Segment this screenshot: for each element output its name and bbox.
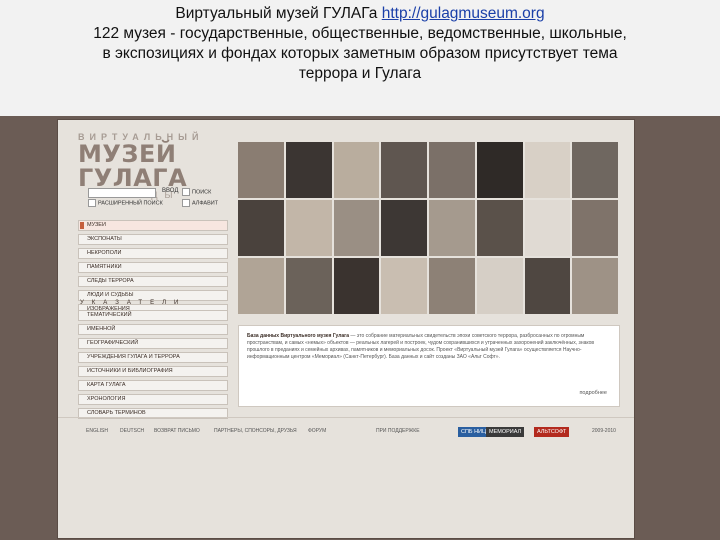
photo-tile[interactable]: [381, 200, 427, 256]
slide-caption: Виртуальный музей ГУЛАГа http://gulagmus…: [0, 0, 720, 116]
photo-tile[interactable]: [572, 142, 618, 198]
search-option-search[interactable]: ПОИСК: [182, 188, 211, 196]
search-option-label: ПОИСК: [192, 189, 212, 196]
menu-item[interactable]: ИСТОЧНИКИ И БИБЛИОГРАФИЯ: [78, 366, 228, 377]
search-panel: ВВОД ПОИСК АЛФАВИТ РАСШИРЕННЫЙ ПОИСК: [88, 188, 228, 218]
info-box: База данных Виртуального музея Гулага — …: [238, 325, 620, 407]
info-title: База данных Виртуального музея Гулага: [247, 333, 350, 339]
caption-line-2: 122 музея - государственные, общественны…: [93, 25, 627, 42]
menu-item-label: СЛЕДЫ ТЕРРОРА: [87, 278, 134, 284]
photo-tile[interactable]: [333, 258, 380, 314]
menu-item-label: ИМЕННОЙ: [87, 326, 116, 332]
menu-item-label: ЭКСПОНАТЫ: [87, 236, 122, 242]
photo-tile[interactable]: [285, 142, 332, 198]
search-option-label: АЛФАВИТ: [192, 200, 219, 207]
menu-item-label: ХРОНОЛОГИЯ: [87, 396, 126, 402]
photo-tile[interactable]: [381, 258, 427, 314]
menu-item[interactable]: ГЕОГРАФИЧЕСКИЙ: [78, 338, 228, 349]
menu-item-label: ЛЮДИ И СУДЬБЫ: [87, 292, 134, 298]
menu-item-label: КАРТА ГУЛАГА: [87, 382, 126, 388]
photo-tile[interactable]: [285, 258, 332, 314]
search-input[interactable]: [88, 188, 156, 198]
caption-line-4: террора и Гулага: [298, 65, 422, 82]
photo-tile[interactable]: [429, 142, 475, 198]
photo-mosaic: [238, 142, 618, 314]
more-link[interactable]: подробнее: [579, 390, 607, 396]
menu-item[interactable]: УЧРЕЖДЕНИЯ ГУЛАГА И ТЕРРОРА: [78, 352, 228, 363]
search-option-alphabet[interactable]: АЛФАВИТ: [182, 199, 218, 207]
photo-tile[interactable]: [238, 258, 284, 314]
menu-item[interactable]: ПАМЯТНИКИ: [78, 262, 228, 273]
photo-tile[interactable]: [238, 200, 284, 256]
photo-tile[interactable]: [429, 258, 475, 314]
menu-item-label: ПАМЯТНИКИ: [87, 264, 122, 270]
photo-tile[interactable]: [333, 142, 380, 198]
photo-tile[interactable]: [524, 200, 571, 256]
index-menu: ТЕМАТИЧЕСКИЙ ИМЕННОЙ ГЕОГРАФИЧЕСКИЙ УЧРЕЖДЕ…: [78, 310, 228, 380]
photo-tile[interactable]: [238, 142, 284, 198]
advanced-search-link[interactable]: РАСШИРЕННЫЙ ПОИСК: [88, 199, 163, 207]
photo-tile[interactable]: [285, 200, 332, 256]
website-screenshot: ВИРТУАЛЬНЫЙ МУЗЕЙ ГУЛАГА ФОНДЫ ВВОД ПОИС…: [0, 116, 720, 540]
photo-tile[interactable]: [476, 200, 523, 256]
footer-years: 2009-2010: [592, 428, 616, 434]
partner-badge[interactable]: МЕМОРИАЛ: [486, 427, 525, 437]
photo-tile[interactable]: [476, 258, 523, 314]
menu-item[interactable]: ТЕМАТИЧЕСКИЙ: [78, 310, 228, 321]
active-marker-icon: [80, 222, 84, 229]
radio-icon: [182, 199, 190, 207]
menu-item-label: УЧРЕЖДЕНИЯ ГУЛАГА И ТЕРРОРА: [87, 354, 180, 360]
menu-item[interactable]: ЭКСПОНАТЫ: [78, 234, 228, 245]
caption-line-3: в экспозициях и фондах которых заметным …: [102, 45, 618, 62]
menu-item-label: МУЗЕИ: [87, 222, 106, 228]
photo-tile[interactable]: [524, 258, 571, 314]
partner-badge[interactable]: АЛЬТСОФТ: [534, 427, 570, 437]
menu-item[interactable]: НЕКРОПОЛИ: [78, 248, 228, 259]
menu-item[interactable]: МУЗЕИ: [78, 220, 228, 231]
footer-link[interactable]: ФОРУМ: [308, 428, 326, 434]
menu-item-label: ГЕОГРАФИЧЕСКИЙ: [87, 340, 139, 346]
footer-support-text: при поддержке: [376, 428, 420, 434]
logo-main-text: МУЗЕЙ ГУЛАГА: [78, 140, 188, 192]
photo-tile[interactable]: [333, 200, 380, 256]
menu-item-label: НЕКРОПОЛИ: [87, 250, 122, 256]
index-heading: УКАЗАТЕЛИ: [80, 300, 187, 306]
footer-link[interactable]: ENGLISH: [86, 428, 108, 434]
menu-item-label: ИСТОЧНИКИ И БИБЛИОГРАФИЯ: [87, 368, 173, 374]
footer-link[interactable]: ВОЗВРАТ ПИСЬМО: [154, 428, 200, 434]
photo-tile[interactable]: [429, 200, 475, 256]
photo-tile[interactable]: [476, 142, 523, 198]
radio-icon: [182, 188, 190, 196]
menu-item-label: СЛОВАРЬ ТЕРМИНОВ: [87, 410, 146, 416]
advanced-search-label: РАСШИРЕННЫЙ ПОИСК: [98, 200, 163, 207]
partner-badge[interactable]: СПБ НИЦ: [458, 427, 490, 437]
caption-title: Виртуальный музей ГУЛАГа: [175, 5, 382, 22]
museum-link[interactable]: http://gulagmuseum.org: [382, 5, 545, 22]
search-button[interactable]: ВВОД: [162, 188, 178, 194]
menu-item[interactable]: КАРТА ГУЛАГА: [78, 380, 228, 391]
photo-tile[interactable]: [524, 142, 571, 198]
footer-link[interactable]: DEUTSCH: [120, 428, 144, 434]
museum-website: ВИРТУАЛЬНЫЙ МУЗЕЙ ГУЛАГА ФОНДЫ ВВОД ПОИС…: [57, 119, 635, 539]
menu-item[interactable]: СЛЕДЫ ТЕРРОРА: [78, 276, 228, 287]
menu-item[interactable]: ХРОНОЛОГИЯ: [78, 394, 228, 405]
photo-tile[interactable]: [572, 258, 618, 314]
checkbox-icon: [88, 199, 96, 207]
site-footer: ENGLISH DEUTSCH ВОЗВРАТ ПИСЬМО ПАРТНЕРЫ,…: [58, 417, 634, 448]
menu-item-label: ТЕМАТИЧЕСКИЙ: [87, 312, 132, 318]
photo-tile[interactable]: [381, 142, 427, 198]
footer-link[interactable]: ПАРТНЕРЫ, СПОНСОРЫ, ДРУЗЬЯ: [214, 428, 297, 434]
photo-tile[interactable]: [572, 200, 618, 256]
menu-item[interactable]: ИМЕННОЙ: [78, 324, 228, 335]
tools-menu: КАРТА ГУЛАГА ХРОНОЛОГИЯ СЛОВАРЬ ТЕРМИНОВ: [78, 380, 228, 422]
